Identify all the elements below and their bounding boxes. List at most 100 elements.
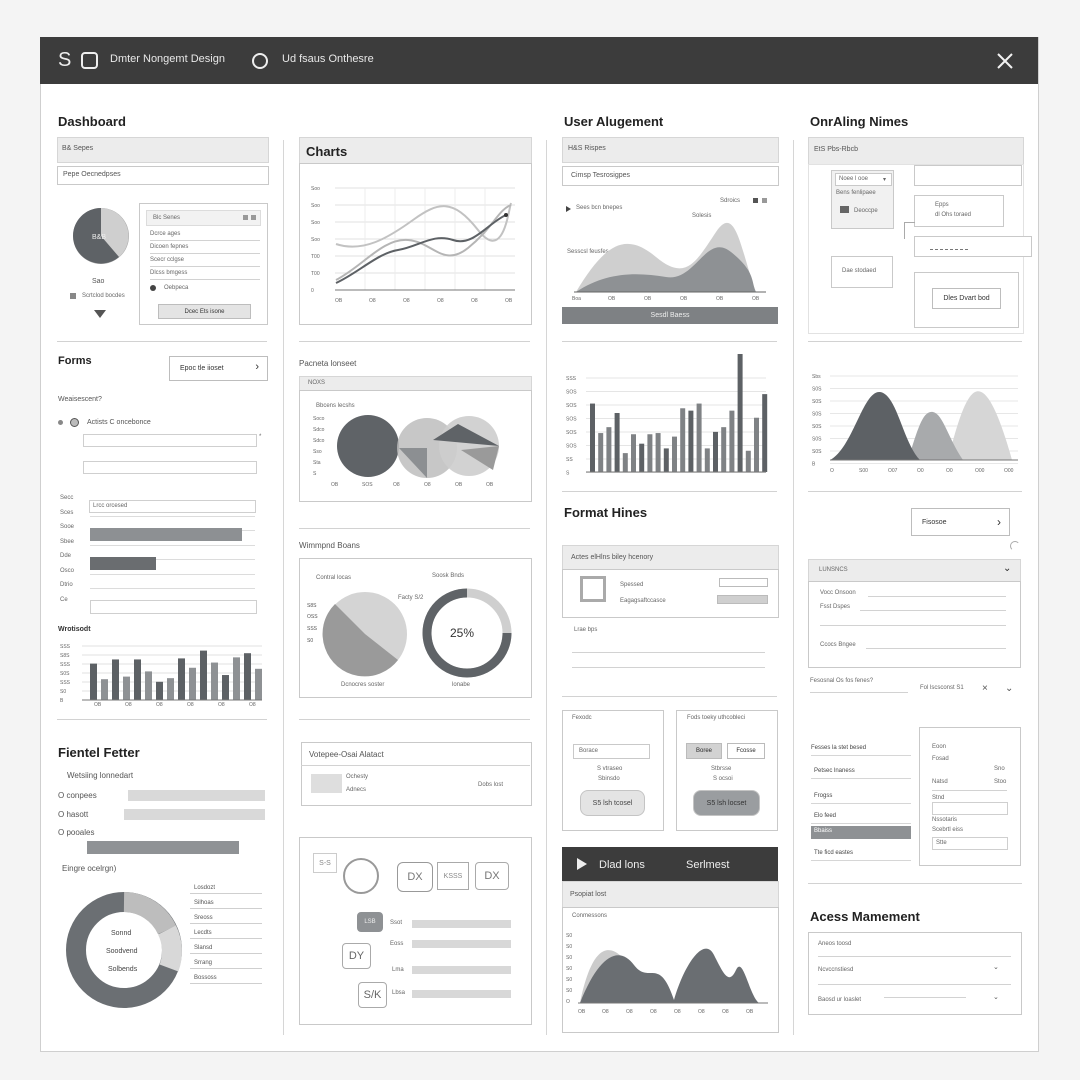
chevron-down-icon[interactable]: ⌄ <box>993 963 999 971</box>
flow-node[interactable] <box>914 165 1022 186</box>
target-icon[interactable] <box>252 53 268 69</box>
refresh-icon[interactable] <box>1010 541 1020 551</box>
list-item[interactable]: Dcrce ages <box>150 231 180 237</box>
filter-row-label: O conpees <box>58 791 97 800</box>
card-right-field[interactable]: Boree <box>686 743 722 759</box>
card-left-button[interactable]: S5 lsh tcosel <box>580 790 645 816</box>
filter-row-bar[interactable] <box>124 809 265 820</box>
pie-right-caption: lonabe <box>452 682 471 688</box>
legend-line <box>190 893 262 894</box>
format-slider[interactable] <box>717 595 768 604</box>
bar <box>134 659 141 700</box>
legend-line <box>190 983 262 984</box>
y-tick-label: S0S <box>812 449 822 455</box>
y-tick-label: T00 <box>311 254 320 260</box>
y-tick-label: Soo <box>311 220 320 226</box>
chevron-down-icon[interactable]: ⌄ <box>993 993 999 1001</box>
close-icon[interactable] <box>997 53 1013 69</box>
accordion-item[interactable]: Fsst Dspes <box>820 604 850 610</box>
format-checkbox[interactable] <box>580 576 606 602</box>
tag-icon[interactable]: DY <box>342 943 371 969</box>
tag-icon[interactable]: KSSS <box>437 862 469 890</box>
pie-right-label: Soosk Bnds <box>432 573 465 579</box>
more-icon[interactable] <box>251 215 256 220</box>
tag-icon[interactable]: DX <box>397 862 433 892</box>
bullet-icon <box>150 285 156 291</box>
user-button[interactable]: Sesdl Baess <box>562 307 778 324</box>
filter-row-bar[interactable] <box>87 841 239 854</box>
checkbox-icon[interactable] <box>70 293 76 299</box>
x-tick-label: OB <box>486 482 494 488</box>
tag-icon[interactable]: LSB <box>357 912 383 932</box>
app-icon[interactable] <box>81 52 98 69</box>
access-row[interactable]: Aneos toosd <box>818 941 851 947</box>
list-item[interactable]: Dicoen fepnes <box>150 244 188 250</box>
legend-line <box>190 908 262 909</box>
list-item[interactable]: Oebpeca <box>164 285 188 291</box>
user-field[interactable]: Cimsp Tesrosigpes <box>562 166 779 186</box>
card-right-field[interactable]: Fcosse <box>727 743 765 759</box>
flow-node[interactable]: Epps dl Ohs toraed <box>914 195 1004 227</box>
list-item-label[interactable]: Tte ficd eastes <box>814 850 853 856</box>
list-divider <box>811 860 911 861</box>
list-item-label[interactable]: Petsec lnaness <box>814 768 855 774</box>
list-item-label[interactable]: Fesses la stet besed <box>811 745 866 751</box>
radio-icon[interactable] <box>58 420 63 425</box>
download-icon[interactable] <box>94 310 106 318</box>
accordion-item[interactable]: Vocc Onsoon <box>820 590 856 596</box>
tag-icon[interactable]: S/K <box>358 982 387 1008</box>
flow-dropdown[interactable]: Noee l ooe ▾ <box>835 173 892 186</box>
chevron-down-icon[interactable]: ⌄ <box>1005 683 1013 694</box>
list-item[interactable]: Scecr cclgse <box>150 257 184 263</box>
list-item-label[interactable]: Elo feed <box>814 813 836 819</box>
accordion-header[interactable]: LUNSNCS ⌄ <box>808 559 1021 583</box>
search-value[interactable]: Fol lscsconst S1 <box>920 685 964 691</box>
tag-icon[interactable]: DX <box>475 862 509 890</box>
access-row[interactable]: Baosd ur loaslet <box>818 997 861 1003</box>
details-field[interactable]: Stte <box>932 837 1008 850</box>
alert-line: Adnecs <box>346 787 367 793</box>
accordion-item[interactable]: Ccocs Bngee <box>820 642 856 648</box>
home-icon[interactable] <box>840 206 849 213</box>
tag-icon[interactable]: S-S <box>313 853 337 873</box>
pie-section-title: Wimmpnd Boans <box>299 541 360 550</box>
card-left-field[interactable]: Borace <box>573 744 650 759</box>
hbar-gridline <box>90 573 255 575</box>
list-item[interactable]: Dlcss bmgess <box>150 270 187 276</box>
more-icon[interactable] <box>243 215 248 220</box>
filter-dropdown-button[interactable]: Fisosoe › <box>911 508 1010 536</box>
y-tick-label: SSS <box>60 662 71 668</box>
forms-input[interactable] <box>83 434 257 447</box>
access-row[interactable]: Ncvccnstiesd <box>818 967 853 973</box>
hbar-label-field[interactable]: Lrcc orcesed <box>89 500 256 513</box>
list-button[interactable]: Dcec Ets isone <box>158 304 251 319</box>
filter-row-bar[interactable] <box>128 790 265 801</box>
card-right-button[interactable]: S5 lsh locset <box>693 790 760 816</box>
list-item-label[interactable]: Frogss <box>814 793 832 799</box>
play-icon[interactable] <box>566 206 571 212</box>
clear-icon[interactable]: × <box>982 683 988 694</box>
x-tick-label: O8 <box>722 1009 729 1015</box>
flow-button[interactable]: Dles Dvart bod <box>932 288 1001 309</box>
y-tick-label: S0 <box>60 689 66 695</box>
bar <box>680 408 686 472</box>
flow-node[interactable]: Dae stodaed <box>831 256 893 288</box>
alert-action[interactable]: Dobs lost <box>478 782 503 788</box>
barchart-title: Wrotisodt <box>58 626 91 633</box>
list-item-label: Bbaiss <box>814 828 833 834</box>
dashboard-field[interactable]: Pepe Oecnedpses <box>57 166 269 185</box>
legend-line <box>190 953 262 954</box>
y-tick-label: T00 <box>311 271 320 277</box>
radio-icon[interactable] <box>70 418 79 427</box>
details-field[interactable] <box>932 802 1008 815</box>
forms-radio-label: Actists C oncebonce <box>87 419 151 426</box>
settings-icon[interactable] <box>343 858 379 894</box>
format-slider[interactable] <box>719 578 768 587</box>
play-icon[interactable] <box>577 858 587 870</box>
icon-row-label: Eoss <box>390 941 404 947</box>
onboard-title: OnrAling Nimes <box>810 114 909 129</box>
x-tick-label: OB <box>644 296 652 302</box>
forms-input[interactable] <box>83 461 257 474</box>
flow-node[interactable] <box>914 236 1032 257</box>
forms-button[interactable]: Epoc tle iioset › <box>169 356 268 381</box>
